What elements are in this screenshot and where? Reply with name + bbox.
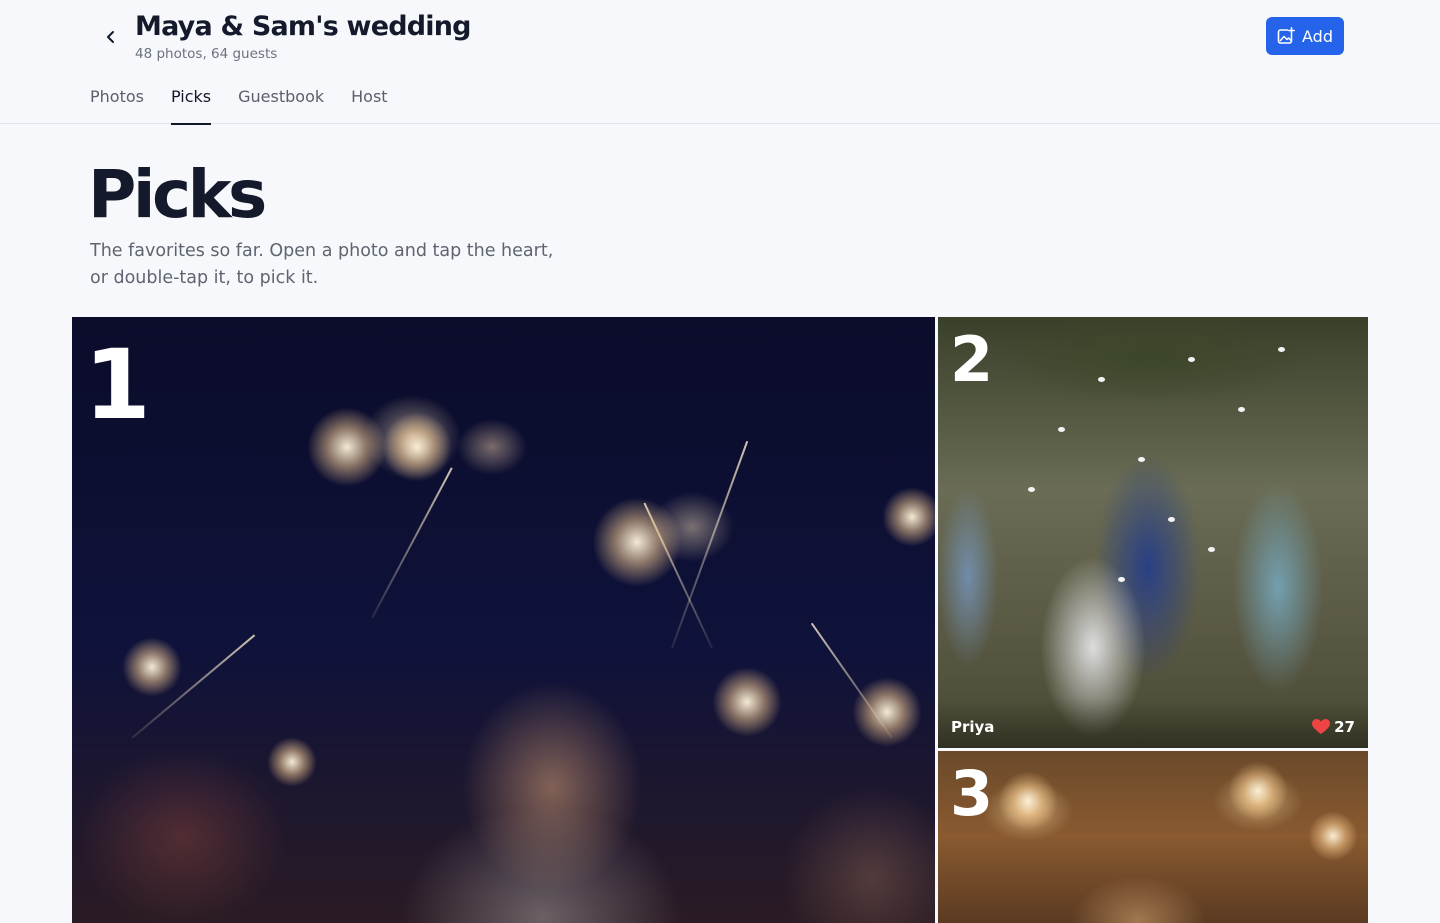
sparkle-decoration [1308, 811, 1358, 861]
tab-picks[interactable]: Picks [170, 86, 212, 125]
pick-photo-2[interactable]: 2 Priya 27 [938, 317, 1368, 748]
pick-rank: 1 [84, 329, 151, 441]
tab-guestbook[interactable]: Guestbook [238, 86, 324, 124]
pick-photo-3[interactable]: 3 [938, 751, 1368, 923]
petal-decoration [1118, 577, 1125, 582]
photo-author: Priya [951, 718, 995, 736]
sparkle-decoration [307, 407, 387, 487]
add-photo-icon [1277, 27, 1295, 44]
pick-photo-1[interactable]: 1 [72, 317, 935, 923]
petal-decoration [1238, 407, 1245, 412]
sparkle-decoration [382, 412, 452, 482]
add-button-label: Add [1302, 26, 1333, 46]
petal-decoration [1058, 427, 1065, 432]
petal-decoration [1278, 347, 1285, 352]
sparkle-decoration [122, 637, 182, 697]
sparkle-decoration [998, 771, 1058, 831]
like-count-value: 27 [1334, 718, 1355, 736]
photo-meta: Priya 27 [938, 698, 1368, 748]
page-description: The favorites so far. Open a photo and t… [90, 241, 554, 288]
sparkle-decoration [1228, 761, 1288, 821]
sparkle-decoration [852, 677, 922, 747]
sparkler-decoration [671, 440, 749, 649]
like-count[interactable]: 27 [1312, 718, 1355, 736]
page-title: Picks [88, 156, 267, 233]
tab-photos[interactable]: Photos [90, 86, 144, 124]
chevron-left-icon [107, 31, 114, 43]
petal-decoration [1208, 547, 1215, 552]
petal-decoration [1188, 357, 1195, 362]
petal-decoration [1168, 517, 1175, 522]
event-subtitle: 48 photos, 64 guests [135, 46, 278, 62]
tab-host[interactable]: Host [351, 86, 387, 124]
petal-decoration [1028, 487, 1035, 492]
add-button[interactable]: Add [1266, 17, 1344, 55]
sparkle-decoration [267, 737, 317, 787]
sparkler-decoration [371, 467, 453, 619]
sparkle-decoration [712, 667, 782, 737]
sparkle-decoration [592, 497, 682, 587]
event-title: Maya & Sam's wedding [135, 11, 471, 42]
pick-rank: 2 [950, 323, 994, 396]
petal-decoration [1098, 377, 1105, 382]
back-button[interactable] [98, 24, 124, 50]
petal-decoration [1138, 457, 1145, 462]
top-bar: Maya & Sam's wedding 48 photos, 64 guest… [0, 0, 1440, 125]
pick-rank: 3 [950, 757, 994, 830]
heart-icon [1312, 719, 1331, 734]
tab-bar: Photos Picks Guestbook Host [90, 86, 388, 125]
sparkle-decoration [882, 487, 935, 547]
